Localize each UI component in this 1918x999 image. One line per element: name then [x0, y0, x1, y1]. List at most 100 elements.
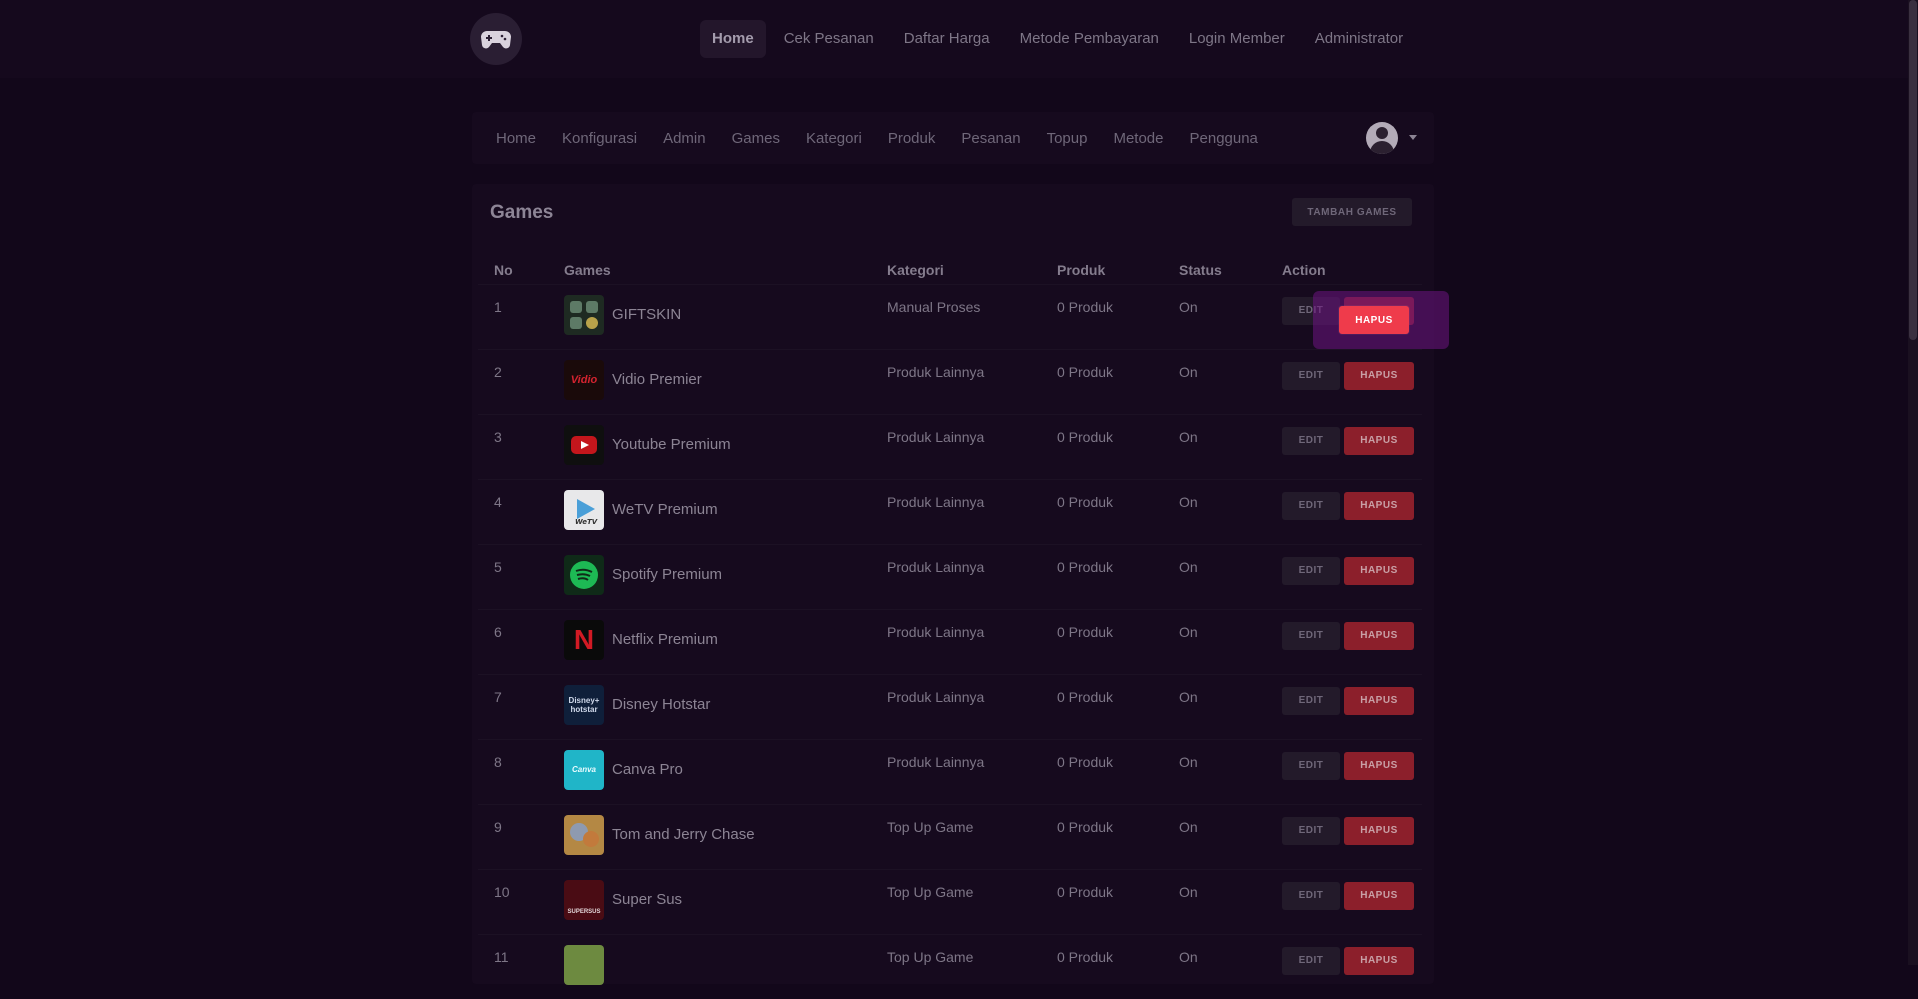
admin-nav-item-games[interactable]: Games [719, 130, 793, 147]
row-number: 1 [478, 283, 548, 349]
game-cell: Youtube Premium [548, 413, 871, 479]
admin-nav-item-metode[interactable]: Metode [1100, 130, 1176, 147]
cell-produk: 0 Produk [1041, 478, 1163, 544]
cell-kategori: Produk Lainnya [871, 413, 1041, 479]
edit-button[interactable]: EDIT [1282, 816, 1340, 845]
edit-button[interactable]: EDIT [1282, 621, 1340, 650]
game-cell: SUPERSUS Super Sus [548, 868, 871, 934]
delete-button[interactable]: HAPUS [1344, 946, 1414, 975]
admin-nav-item-pengguna[interactable]: Pengguna [1177, 130, 1271, 147]
table-row: 4 WeTV WeTV Premium Produk Lainnya 0 Produk O… [478, 478, 1422, 544]
delete-button[interactable]: HAPUS [1344, 361, 1414, 390]
scrollbar-thumb[interactable] [1909, 0, 1917, 340]
chevron-down-icon[interactable] [1409, 135, 1417, 140]
delete-button[interactable]: HAPUS [1344, 751, 1414, 780]
table-row: 8 Canva Canva Pro Produk Lainnya 0 Produk On E… [478, 738, 1422, 804]
delete-button[interactable]: HAPUS [1344, 491, 1414, 520]
column-header-games: Games [564, 261, 611, 278]
row-number: 2 [478, 348, 548, 414]
admin-nav-item-topup[interactable]: Topup [1034, 130, 1101, 147]
cell-kategori: Produk Lainnya [871, 673, 1041, 739]
edit-button[interactable]: EDIT [1282, 686, 1340, 715]
page-title: Games [490, 202, 554, 223]
cell-kategori: Produk Lainnya [871, 478, 1041, 544]
netflix-icon: N [564, 619, 604, 660]
delete-button[interactable]: HAPUS [1344, 621, 1414, 650]
cell-kategori: Produk Lainnya [871, 543, 1041, 609]
admin-nav-item-kategori[interactable]: Kategori [793, 130, 875, 147]
row-number: 10 [478, 868, 548, 934]
delete-button[interactable]: HAPUS [1344, 426, 1414, 455]
row-number: 3 [478, 413, 548, 479]
games-card: Games TAMBAH GAMES No Games Kategori Produk… [472, 184, 1434, 999]
nav-item-login-member[interactable]: Login Member [1177, 20, 1297, 58]
admin-nav-item-produk[interactable]: Produk [875, 130, 949, 147]
edit-button[interactable]: EDIT [1282, 491, 1340, 520]
admin-nav-item-pesanan[interactable]: Pesanan [948, 130, 1033, 147]
cell-status: On [1163, 608, 1266, 674]
cell-kategori: Produk Lainnya [871, 348, 1041, 414]
nav-item-home[interactable]: Home [700, 20, 766, 58]
table-row: 2 Vidio Vidio Premier Produk Lainnya 0 Produ… [478, 348, 1422, 414]
edit-button[interactable]: EDIT [1282, 881, 1340, 910]
row-number: 8 [478, 738, 548, 804]
delete-button[interactable]: HAPUS [1344, 556, 1414, 585]
delete-button[interactable]: HAPUS [1344, 816, 1414, 845]
gamepad-logo-icon[interactable] [470, 13, 522, 65]
game-cell: Tom and Jerry Chase [548, 803, 871, 869]
cell-produk: 0 Produk [1041, 803, 1163, 869]
cell-status: On [1163, 283, 1266, 349]
delete-button[interactable]: HAPUS [1344, 881, 1414, 910]
cell-kategori: Top Up Game [871, 803, 1041, 869]
cell-kategori: Produk Lainnya [871, 608, 1041, 674]
edit-button[interactable]: EDIT [1282, 556, 1340, 585]
cell-produk: 0 Produk [1041, 413, 1163, 479]
cell-status: On [1163, 543, 1266, 609]
action-cell: EDITHAPUS [1266, 608, 1422, 674]
vidio-icon: Vidio [564, 359, 604, 400]
edit-button[interactable]: EDIT [1282, 426, 1340, 455]
action-cell: EDITHAPUS [1266, 543, 1422, 609]
user-avatar-icon[interactable] [1366, 122, 1398, 154]
game-cell: Vidio Vidio Premier [548, 348, 871, 414]
action-cell: EDITHAPUS [1266, 348, 1422, 414]
spotify-icon [564, 554, 604, 595]
nav-item-administrator[interactable]: Administrator [1303, 20, 1415, 58]
action-cell: EDITHAPUS [1266, 803, 1422, 869]
svg-text:WeTV: WeTV [575, 518, 598, 525]
admin-nav-item-konfigurasi[interactable]: Konfigurasi [549, 130, 650, 147]
edit-button[interactable]: EDIT [1282, 751, 1340, 780]
cell-produk: 0 Produk [1041, 283, 1163, 349]
game-name: Spotify Premium [612, 566, 723, 583]
cell-produk: 0 Produk [1041, 933, 1163, 999]
scrollbar[interactable] [1908, 0, 1918, 965]
admin-nav-item-admin[interactable]: Admin [650, 130, 719, 147]
cell-kategori: Manual Proses [871, 283, 1041, 349]
games-table: No Games Kategori Produk Status Action 1 GIFTS… [478, 256, 1422, 999]
table-row: 9 Tom and Jerry Chase Top Up Game 0 Produk O… [478, 803, 1422, 869]
action-cell: EDITHAPUS [1266, 413, 1422, 479]
row-number: 7 [478, 673, 548, 739]
nav-item-daftar-harga[interactable]: Daftar Harga [892, 20, 1002, 58]
admin-nav-item-home[interactable]: Home [483, 130, 549, 147]
game-cell: GIFTSKIN [548, 283, 871, 349]
edit-button[interactable]: EDIT [1282, 361, 1340, 390]
game-cell: N Netflix Premium [548, 608, 871, 674]
cell-produk: 0 Produk [1041, 543, 1163, 609]
table-row: 7 Disney+ hotstar Disney Hotstar Produk Lain… [478, 673, 1422, 739]
delete-button[interactable]: HAPUS [1344, 686, 1414, 715]
edit-button[interactable]: EDIT [1282, 946, 1340, 975]
action-cell: EDITHAPUS [1266, 738, 1422, 804]
table-row: 6 N Netflix Premium Produk Lainnya 0 Produk O… [478, 608, 1422, 674]
add-game-button[interactable]: TAMBAH GAMES [1292, 198, 1412, 226]
delete-button-active[interactable]: HAPUS [1339, 306, 1409, 334]
nav-item-metode-pembayaran[interactable]: Metode Pembayaran [1008, 20, 1171, 58]
cell-produk: 0 Produk [1041, 673, 1163, 739]
cell-kategori: Top Up Game [871, 933, 1041, 999]
cell-status: On [1163, 868, 1266, 934]
nav-item-cek-pesanan[interactable]: Cek Pesanan [772, 20, 886, 58]
game-cell: Spotify Premium [548, 543, 871, 609]
table-row: 11 Top Up Game 0 Produk On EDIT HAPUS [478, 933, 1422, 999]
table-row: 10 SUPERSUS Super Sus Top Up Game 0 Produk On… [478, 868, 1422, 934]
action-cell: EDITHAPUS [1266, 933, 1422, 999]
